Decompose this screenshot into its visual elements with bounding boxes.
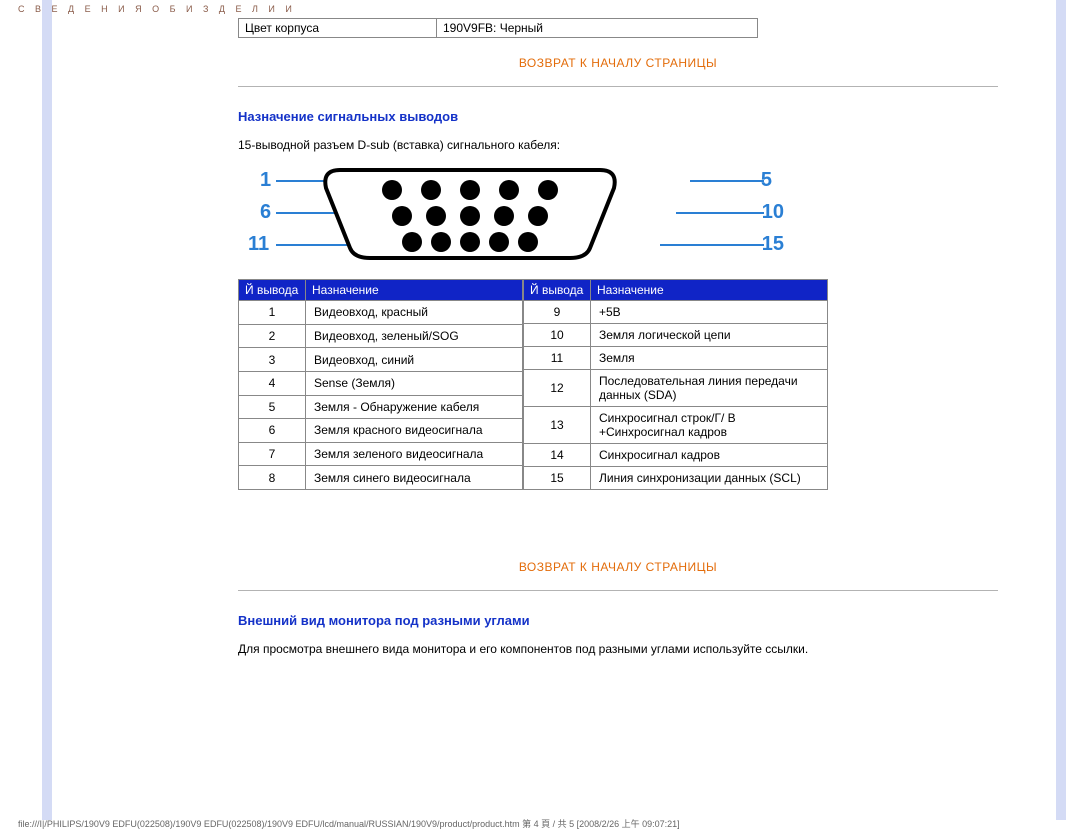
pin-number: 11 — [524, 347, 591, 370]
footer-path: file:///I|/PHILIPS/190V9 EDFU(022508)/19… — [18, 817, 680, 830]
table-row: 10Земля логической цепи — [524, 324, 828, 347]
leader-line — [660, 244, 764, 246]
pin-desc: Земля — [591, 347, 828, 370]
pin-desc: Земля логической цепи — [591, 324, 828, 347]
pin-number: 15 — [524, 467, 591, 490]
pin-label-6: 6 — [260, 202, 271, 222]
sidebar-accent-right — [1056, 0, 1066, 820]
table-row: 12Последовательная линия передачи данных… — [524, 370, 828, 407]
pin-number: 2 — [239, 324, 306, 348]
back-to-top-link[interactable]: ВОЗВРАТ К НАЧАЛУ СТРАНИЦЫ — [238, 56, 998, 70]
pin-tables: Й вывода Назначение 1Видеовход, красный2… — [238, 279, 998, 490]
pin-desc: Земля синего видеосигнала — [306, 466, 523, 490]
table-row: 2Видеовход, зеленый/SOG — [239, 324, 523, 348]
table-row: 7Земля зеленого видеосигнала — [239, 442, 523, 466]
dsub-intro-text: 15-выводной разъем D-sub (вставка) сигна… — [238, 138, 998, 152]
table-row: 11Земля — [524, 347, 828, 370]
pin-desc: Земля зеленого видеосигнала — [306, 442, 523, 466]
pin-number: 5 — [239, 395, 306, 419]
pin-number: 4 — [239, 371, 306, 395]
pin-desc: Видеовход, красный — [306, 301, 523, 325]
table-row: 13Синхросигнал строк/Г/ В +Синхросигнал … — [524, 407, 828, 444]
divider — [238, 590, 998, 591]
pin-desc: Последовательная линия передачи данных (… — [591, 370, 828, 407]
table-row: 9+5В — [524, 301, 828, 324]
dsub-connector-icon — [320, 166, 620, 262]
pin-desc: Видеовход, зеленый/SOG — [306, 324, 523, 348]
table-row: 6Земля красного видеосигнала — [239, 419, 523, 443]
sidebar-accent-left — [42, 0, 52, 820]
section-views-body: Для просмотра внешнего вида монитора и е… — [238, 642, 998, 656]
table-row: Цвет корпуса 190V9FB: Черный — [239, 19, 758, 38]
pin-number: 10 — [524, 324, 591, 347]
pin-label-11: 11 — [248, 234, 269, 254]
pin-number: 6 — [239, 419, 306, 443]
spec-cell-value: 190V9FB: Черный — [437, 19, 758, 38]
dsub-diagram: 1 5 6 10 11 15 — [270, 166, 770, 265]
table-row: 3Видеовход, синий — [239, 348, 523, 372]
pin-number: 13 — [524, 407, 591, 444]
pin-table-left: Й вывода Назначение 1Видеовход, красный2… — [238, 279, 523, 490]
back-to-top-link[interactable]: ВОЗВРАТ К НАЧАЛУ СТРАНИЦЫ — [238, 560, 998, 574]
table-row: 8Земля синего видеосигнала — [239, 466, 523, 490]
pin-number: 8 — [239, 466, 306, 490]
table-row: 1Видеовход, красный — [239, 301, 523, 325]
divider — [238, 86, 998, 87]
pin-number: 14 — [524, 444, 591, 467]
pin-number: 7 — [239, 442, 306, 466]
table-row: 5Земля - Обнаружение кабеля — [239, 395, 523, 419]
table-row: 15Линия синхронизации данных (SCL) — [524, 467, 828, 490]
pin-label-15: 15 — [762, 234, 784, 254]
col-header-num: Й вывода — [239, 280, 306, 301]
table-row: 4Sense (Земля) — [239, 371, 523, 395]
leader-line — [690, 180, 764, 182]
pin-desc: +5В — [591, 301, 828, 324]
pin-desc: Видеовход, синий — [306, 348, 523, 372]
col-header-desc: Назначение — [591, 280, 828, 301]
pin-number: 3 — [239, 348, 306, 372]
pin-desc: Земля - Обнаружение кабеля — [306, 395, 523, 419]
col-header-num: Й вывода — [524, 280, 591, 301]
pin-number: 12 — [524, 370, 591, 407]
pin-desc: Синхросигнал строк/Г/ В +Синхросигнал ка… — [591, 407, 828, 444]
table-row: 14Синхросигнал кадров — [524, 444, 828, 467]
pin-desc: Синхросигнал кадров — [591, 444, 828, 467]
section-heading-pins: Назначение сигнальных выводов — [238, 109, 998, 124]
pin-label-10: 10 — [762, 202, 784, 222]
leader-line — [676, 212, 764, 214]
pin-number: 9 — [524, 301, 591, 324]
pin-desc: Линия синхронизации данных (SCL) — [591, 467, 828, 490]
pin-desc: Земля красного видеосигнала — [306, 419, 523, 443]
pin-number: 1 — [239, 301, 306, 325]
pin-table-right: Й вывода Назначение 9+5В10Земля логическ… — [523, 279, 828, 490]
section-heading-views: Внешний вид монитора под разными углами — [238, 613, 998, 628]
pin-label-1: 1 — [260, 170, 271, 190]
pin-desc: Sense (Земля) — [306, 371, 523, 395]
spec-cell-label: Цвет корпуса — [239, 19, 437, 38]
col-header-desc: Назначение — [306, 280, 523, 301]
doc-title: С В Е Д Е Н И Я О Б И З Д Е Л И И — [18, 4, 296, 14]
spec-table: Цвет корпуса 190V9FB: Черный — [238, 18, 758, 38]
